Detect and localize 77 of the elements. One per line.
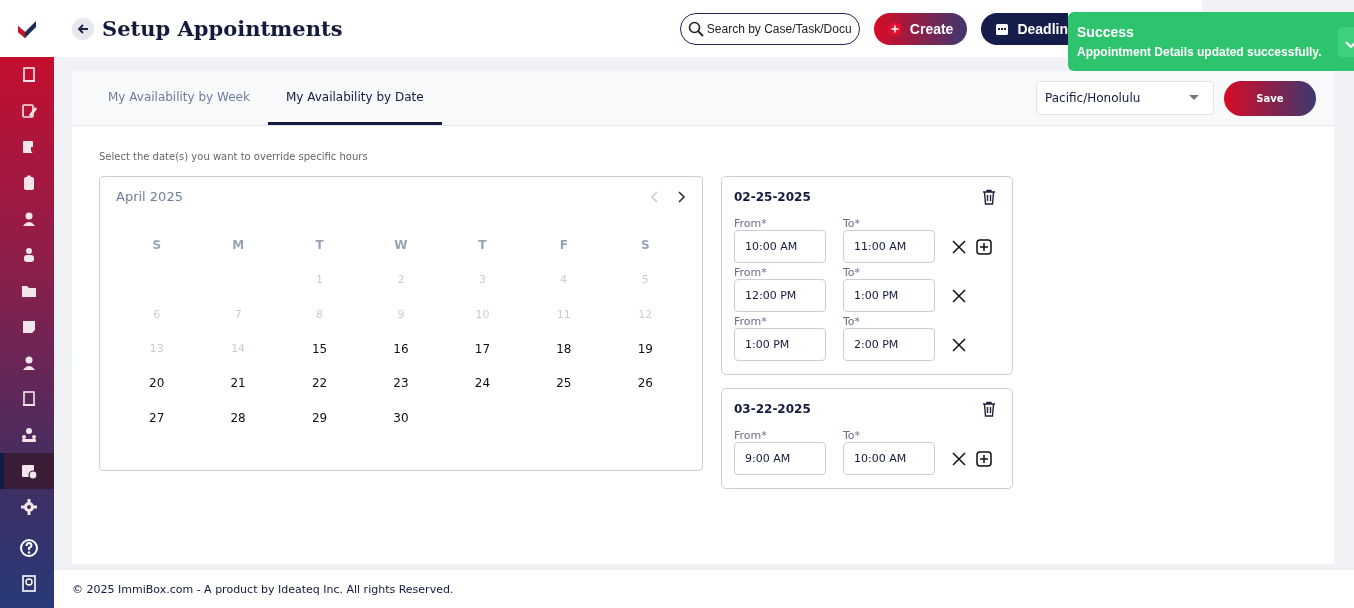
calendar-day[interactable]: 20 bbox=[116, 366, 198, 401]
back-arrow-icon bbox=[77, 22, 89, 35]
sidebar-item[interactable] bbox=[0, 453, 54, 489]
caret-icon bbox=[1189, 95, 1199, 101]
calendar-day[interactable]: 15 bbox=[278, 331, 361, 366]
back-button[interactable] bbox=[72, 17, 94, 40]
calendar-day[interactable]: 19 bbox=[604, 331, 686, 366]
field-label: From* bbox=[734, 266, 768, 279]
calendar-day[interactable]: 27 bbox=[116, 400, 198, 435]
field-label: To* bbox=[843, 429, 862, 442]
tab[interactable]: My Availability by Date bbox=[267, 71, 442, 125]
calendar-day[interactable]: 24 bbox=[441, 366, 524, 401]
save-button[interactable]: Save bbox=[1224, 80, 1316, 116]
weekday-label: S bbox=[639, 237, 651, 255]
remove-icon[interactable] bbox=[952, 451, 966, 466]
document-icon bbox=[20, 66, 38, 84]
guide-book-icon bbox=[19, 574, 39, 594]
override-date: 02-25-2025 bbox=[734, 190, 811, 204]
time-input[interactable]: 2:00 PM bbox=[843, 328, 935, 361]
field-label: From* bbox=[734, 315, 768, 328]
remove-icon[interactable] bbox=[952, 337, 966, 352]
time-input[interactable]: 10:00 AM bbox=[843, 442, 935, 475]
time-input[interactable]: 1:00 PM bbox=[734, 328, 826, 361]
toast-message: Appointment Details updated successfully. bbox=[1077, 45, 1322, 59]
instruction-text: Select the date(s) you want to override specific hours bbox=[99, 151, 369, 162]
calendar-day[interactable]: 28 bbox=[197, 400, 279, 435]
calendar-day[interactable]: 30 bbox=[360, 400, 442, 435]
override-date: 03-22-2025 bbox=[734, 402, 811, 416]
time-input[interactable]: 11:00 AM bbox=[843, 230, 935, 263]
field-label: To* bbox=[843, 266, 862, 279]
weekday-label: T bbox=[477, 237, 488, 255]
create-button[interactable]: Create bbox=[873, 12, 968, 45]
note-icon bbox=[20, 318, 38, 336]
toast-title: Success bbox=[1077, 24, 1135, 40]
add-slot-icon[interactable] bbox=[976, 238, 992, 255]
calendar-day[interactable]: 21 bbox=[197, 366, 279, 401]
weekday-label: S bbox=[151, 237, 163, 255]
calendar-day[interactable]: 29 bbox=[278, 400, 361, 435]
field-label: From* bbox=[734, 429, 768, 442]
deadline-button[interactable]: Deadlin bbox=[981, 12, 1068, 45]
field-label: To* bbox=[843, 315, 862, 328]
calendar-day[interactable]: 25 bbox=[523, 366, 605, 401]
month-label: April 2025 bbox=[116, 189, 183, 204]
plus-icon bbox=[887, 21, 902, 36]
calendar-day[interactable]: 17 bbox=[441, 331, 524, 366]
remove-icon[interactable] bbox=[952, 239, 966, 254]
calendar-day[interactable]: 23 bbox=[360, 366, 442, 401]
calendar-clock-icon bbox=[20, 462, 38, 480]
weekday-label: W bbox=[393, 237, 409, 255]
settings-icon bbox=[20, 498, 38, 516]
field-label: From* bbox=[734, 217, 768, 230]
time-input[interactable]: 1:00 PM bbox=[843, 279, 935, 312]
field-label: To* bbox=[843, 217, 862, 230]
page-title: Setup Appointments bbox=[102, 16, 343, 41]
edit-document-icon bbox=[20, 102, 38, 120]
timezone-dropdown[interactable]: Pacific/Honolulu bbox=[1036, 81, 1214, 115]
next-month-icon[interactable] bbox=[676, 189, 686, 204]
tab[interactable]: My Availability by Week bbox=[90, 71, 268, 125]
calendar-day[interactable]: 22 bbox=[278, 366, 361, 401]
weekday-label: M bbox=[231, 237, 246, 255]
search-icon bbox=[687, 20, 704, 37]
user-icon bbox=[20, 210, 38, 228]
add-slot-icon[interactable] bbox=[976, 450, 992, 467]
footer-text: © 2025 ImmiBox.com - A product by Ideateq Inc. All rights Reserved. bbox=[54, 570, 1354, 608]
calendar-day[interactable]: 26 bbox=[604, 366, 686, 401]
weekday-label: F bbox=[558, 237, 569, 255]
delete-icon[interactable] bbox=[982, 401, 996, 417]
help-icon bbox=[19, 538, 39, 558]
time-input[interactable]: 9:00 AM bbox=[734, 442, 826, 475]
time-input[interactable]: 10:00 AM bbox=[734, 230, 826, 263]
search-field[interactable]: Search by Case/Task/Docu bbox=[679, 12, 860, 45]
calendar-day[interactable]: 16 bbox=[360, 331, 442, 366]
remove-icon[interactable] bbox=[952, 288, 966, 303]
delete-icon[interactable] bbox=[982, 189, 996, 205]
time-input[interactable]: 12:00 PM bbox=[734, 279, 826, 312]
calendar-day[interactable]: 18 bbox=[523, 331, 605, 366]
weekday-label: T bbox=[314, 237, 325, 255]
